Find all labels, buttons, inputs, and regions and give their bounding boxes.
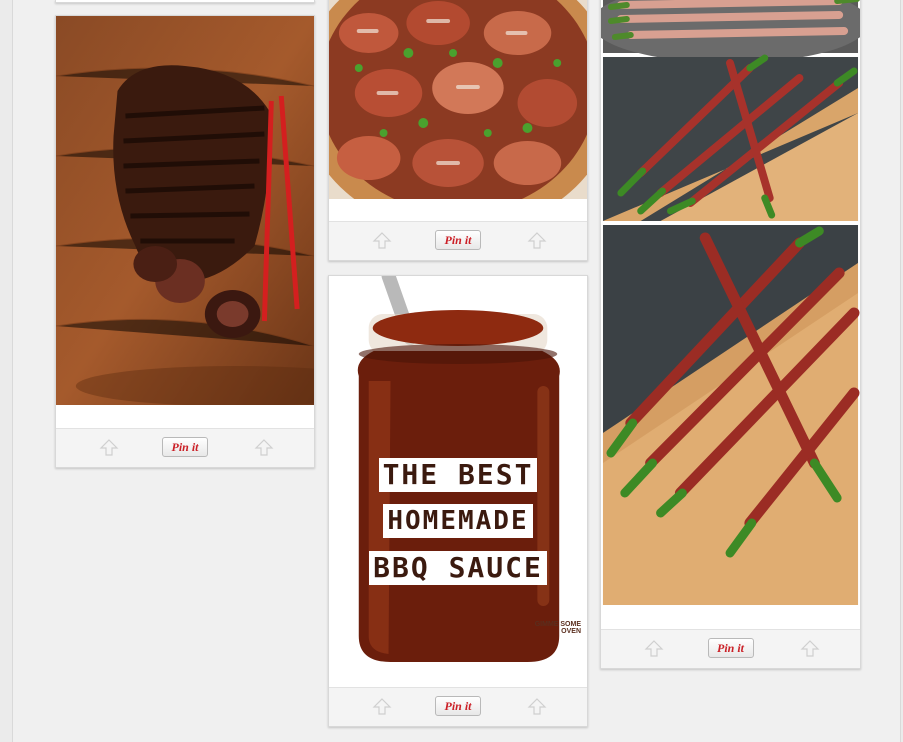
sauce-title-line-2: HOMEMADE (329, 504, 587, 538)
pin-it-button[interactable]: Pin it (162, 437, 208, 457)
pin-card-bbq-sauce[interactable]: THE BEST HOMEMADE BBQ SAUCE GIMME SOME O… (328, 275, 588, 727)
pin-actions: Pin it (329, 221, 587, 260)
pin-it-button[interactable]: Pin it (435, 696, 481, 716)
pin-actions: Pin it (601, 629, 860, 668)
repin-right-icon[interactable] (254, 439, 274, 457)
watermark-line-1: GIMME SOME (534, 621, 581, 628)
pin-board: Pin it Pin it THE BEST HOMEMADE BBQ SAUC… (12, 0, 901, 742)
title-line-3: BBQ SAUCE (369, 551, 547, 585)
title-line-2: HOMEMADE (383, 504, 533, 538)
pin-card-steak[interactable]: Pin it (55, 15, 315, 468)
pin-card-stub (55, 0, 315, 3)
bbq-sauce-image[interactable]: THE BEST HOMEMADE BBQ SAUCE GIMME SOME O… (329, 276, 587, 665)
asparagus-image[interactable] (601, 0, 860, 608)
pin-card-asparagus[interactable]: Pin it (600, 0, 861, 669)
repin-right-icon[interactable] (527, 698, 547, 716)
repin-right-icon[interactable] (800, 640, 820, 658)
repin-right-icon[interactable] (527, 232, 547, 250)
brand-watermark: GIMME SOME OVEN (535, 621, 581, 635)
steak-image[interactable] (56, 16, 314, 405)
pin-actions: Pin it (56, 428, 314, 467)
repin-left-icon[interactable] (372, 698, 392, 716)
repin-left-icon[interactable] (644, 640, 664, 658)
sauce-title-line-1: THE BEST (329, 458, 587, 492)
repin-left-icon[interactable] (372, 232, 392, 250)
pin-it-button[interactable]: Pin it (707, 638, 754, 658)
title-line-1: THE BEST (378, 458, 538, 492)
watermark-line-2: OVEN (561, 628, 581, 635)
repin-left-icon[interactable] (99, 439, 119, 457)
pin-card-bacon-bites[interactable]: Pin it (328, 0, 588, 261)
pin-actions: Pin it (329, 687, 587, 726)
sauce-title-line-3: BBQ SAUCE (329, 551, 587, 585)
bacon-bites-image[interactable] (329, 0, 587, 199)
pin-it-button[interactable]: Pin it (435, 230, 481, 250)
